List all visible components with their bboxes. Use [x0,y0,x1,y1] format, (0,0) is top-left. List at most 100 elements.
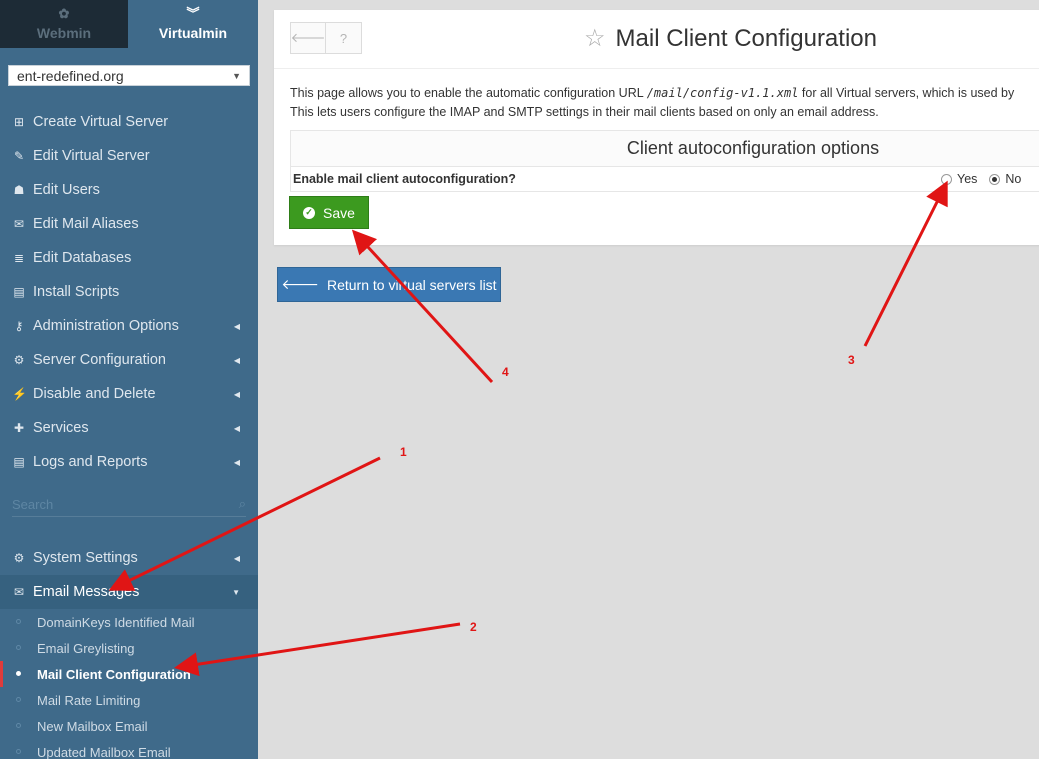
archive-icon: ▤ [13,285,25,299]
radio-yes[interactable] [941,173,952,185]
sidebar-item-edit-mail-aliases[interactable]: ✉ Edit Mail Aliases [0,207,258,241]
nav-buttons: 🡐 ? [290,22,362,54]
description-text: This page allows you to enable the autom… [290,86,644,100]
sidebar-item-disable-and-delete[interactable]: ⚡ Disable and Delete ◀ [0,377,258,411]
sidebar-item-label: Disable and Delete [33,386,156,402]
autoconfig-radio-group: Yes No [941,172,1033,186]
annotation-number-2: 2 [470,620,477,634]
sidebar-item-label: Edit Databases [33,250,132,266]
chevron-down-icon: ︾ [186,6,200,21]
database-icon: ≣ [13,251,25,265]
options-table-header: Client autoconfiguration options [291,131,1039,167]
sidebar-item-email-messages[interactable]: ✉ Email Messages ▼ [0,575,258,609]
annotation-number-3: 3 [848,353,855,367]
submenu-item-mail-rate-limiting[interactable]: Mail Rate Limiting [0,687,258,713]
sidebar-item-label: Administration Options [33,318,179,334]
sidebar-item-system-settings[interactable]: ⚙ System Settings ◀ [0,541,258,575]
submenu-item-updated-mailbox-email[interactable]: Updated Mailbox Email [0,739,258,759]
sidebar-item-label: System Settings [33,550,138,566]
submenu-item-label: Mail Client Configuration [37,666,191,682]
radio-no[interactable] [989,173,1001,185]
sidebar-item-install-scripts[interactable]: ▤ Install Scripts [0,275,258,309]
email-messages-submenu: DomainKeys Identified Mail Email Greylis… [0,609,258,759]
description-line-2: This lets users configure the IMAP and S… [290,105,879,119]
caret-left-icon: ◀ [233,553,240,563]
bullet-icon [16,645,21,650]
radio-no-label[interactable]: No [1005,172,1021,186]
caret-left-icon: ◀ [233,423,240,433]
sidebar-item-label: Email Messages [33,584,140,600]
submenu-item-label: Mail Rate Limiting [37,692,141,708]
annotation-arrow-4 [351,229,494,384]
sidebar-item-label: Logs and Reports [33,454,148,470]
bullet-icon [16,723,21,728]
page-title-text: Mail Client Configuration [615,24,877,52]
sidebar: ✿ Webmin ︾ Virtualmin ent-redefined.org … [0,0,258,759]
sidebar-item-logs-and-reports[interactable]: ▤ Logs and Reports ◀ [0,445,258,479]
description-line-1: This page allows you to enable the autom… [290,84,1014,103]
panel-header: 🡐 ? ☆ Mail Client Configuration [274,10,1039,69]
domain-select-value: ent-redefined.org [17,67,124,84]
bullet-icon [16,671,21,676]
search-input[interactable]: Search [12,497,53,512]
sidebar-item-label: Edit Users [33,182,100,198]
file-text-icon: ▤ [13,455,25,469]
sidebar-item-create-virtual-server[interactable]: ⊞ Create Virtual Server [0,105,258,139]
main-panel: 🡐 ? ☆ Mail Client Configuration This pag… [274,10,1039,245]
sidebar-item-label: Install Scripts [33,284,120,300]
sidebar-item-label: Edit Virtual Server [33,148,150,164]
star-icon[interactable]: ☆ [584,24,606,53]
envelope-icon: ✉ [13,585,25,599]
submenu-item-mail-client-configuration[interactable]: Mail Client Configuration [0,661,258,687]
tab-virtualmin[interactable]: ︾ Virtualmin [128,0,258,48]
tab-virtualmin-label: Virtualmin [158,25,228,41]
annotation-number-1: 1 [400,445,407,459]
caret-left-icon: ◀ [233,457,240,467]
submenu-item-greylisting[interactable]: Email Greylisting [0,635,258,661]
page-title: ☆ Mail Client Configuration [584,24,877,53]
key-icon: ⚷ [14,319,24,333]
sidebar-item-edit-users[interactable]: ☗ Edit Users [0,173,258,207]
caret-left-icon: ◀ [233,355,240,365]
caret-down-icon: ▼ [232,70,241,81]
sidebar-item-label: Edit Mail Aliases [33,216,139,232]
sidebar-item-administration-options[interactable]: ⚷ Administration Options ◀ [0,309,258,343]
envelope-outline-icon: ✉ [13,217,25,231]
options-row-autoconfig: Enable mail client autoconfiguration? Ye… [291,167,1039,191]
radio-yes-label[interactable]: Yes [957,172,977,186]
caret-down-icon: ▼ [232,587,240,597]
save-button-label: Save [323,204,355,221]
caret-left-icon: ◀ [233,321,240,331]
webmin-logo-icon: ✿ [58,6,70,21]
submenu-item-domainkeys[interactable]: DomainKeys Identified Mail [0,609,258,635]
submenu-item-label: Updated Mailbox Email [37,744,171,759]
sidebar-item-services[interactable]: ✚ Services ◀ [0,411,258,445]
sidebar-item-server-configuration[interactable]: ⚙ Server Configuration ◀ [0,343,258,377]
bullet-icon [16,749,21,754]
bullet-icon [16,697,21,702]
arrow-left-icon: 🡐 [290,30,326,45]
submenu-item-label: Email Greylisting [37,640,135,656]
back-button[interactable]: 🡐 [290,22,326,54]
annotation-number-4: 4 [502,365,509,379]
tab-webmin[interactable]: ✿ Webmin [0,0,128,48]
puzzle-icon: ✚ [13,421,25,435]
sidebar-menu-secondary: ⚙ System Settings ◀ ✉ Email Messages ▼ D… [0,541,258,759]
submenu-item-new-mailbox-email[interactable]: New Mailbox Email [0,713,258,739]
description-text: for all Virtual servers, which is used b… [801,86,1015,100]
sidebar-item-label: Server Configuration [33,352,166,368]
sidebar-item-edit-virtual-server[interactable]: ✎ Edit Virtual Server [0,139,258,173]
question-circle-icon: ? [339,30,348,46]
edit-icon: ✎ [13,149,25,163]
help-button[interactable]: ? [326,22,362,54]
bullet-icon [16,619,21,624]
return-button[interactable]: 🡐 Return to virtual servers list [277,267,501,302]
search-icon: ⌕ [238,496,246,511]
gear-icon: ⚙ [13,551,25,565]
save-button[interactable]: ✓ Save [289,196,369,229]
domain-select[interactable]: ent-redefined.org ▼ [8,65,250,86]
sidebar-search[interactable]: Search ⌕ [12,492,246,517]
sidebar-item-label: Services [33,420,89,436]
sidebar-item-edit-databases[interactable]: ≣ Edit Databases [0,241,258,275]
page-description: This page allows you to enable the autom… [290,84,1014,122]
